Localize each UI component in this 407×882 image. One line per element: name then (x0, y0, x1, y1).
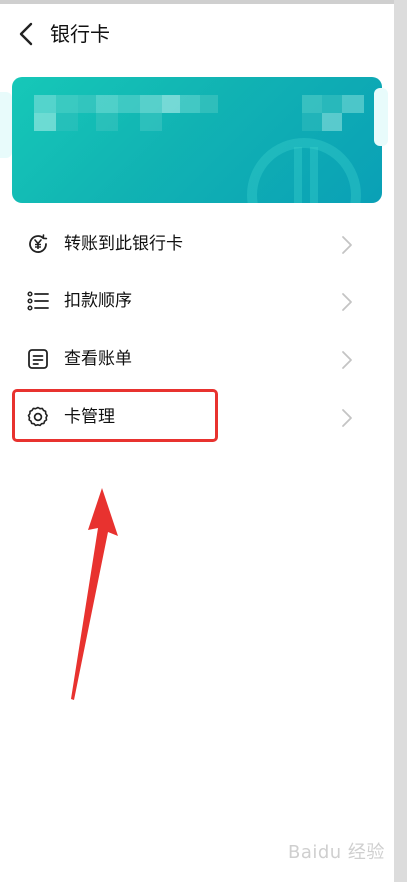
yuan-transfer-icon (29, 234, 48, 253)
menu-item-view-bill[interactable]: 查看账单 (0, 331, 394, 389)
back-button[interactable] (14, 20, 40, 48)
card-pixelated-info (34, 95, 364, 203)
bank-card[interactable] (12, 77, 382, 203)
menu-item-transfer[interactable]: 转账到此银行卡 (0, 216, 394, 274)
page-title: 银行卡 (50, 22, 110, 46)
screen: 银行卡 转账到此银行卡 扣款顺序 查看账单 卡管理 Baidu 经验 (0, 0, 394, 882)
chevron-left-icon (19, 22, 33, 46)
menu-item-label: 查看账单 (64, 349, 132, 369)
chevron-right-icon (342, 351, 352, 369)
annotation-arrow (71, 488, 118, 700)
card-peek-left (0, 92, 12, 158)
bill-icon (28, 349, 48, 369)
annotation-highlight-box (12, 389, 218, 442)
card-peek-right (374, 88, 388, 146)
chevron-right-icon (342, 409, 352, 427)
menu-item-deduction-order[interactable]: 扣款顺序 (0, 273, 394, 331)
list-icon (27, 291, 49, 311)
menu-item-label: 转账到此银行卡 (64, 234, 183, 254)
status-strip (0, 0, 394, 4)
header: 银行卡 (0, 10, 394, 60)
watermark: Baidu 经验 (288, 842, 385, 863)
chevron-right-icon (342, 236, 352, 254)
frame-edge (394, 0, 407, 882)
menu-item-label: 扣款顺序 (64, 291, 132, 311)
chevron-right-icon (342, 293, 352, 311)
